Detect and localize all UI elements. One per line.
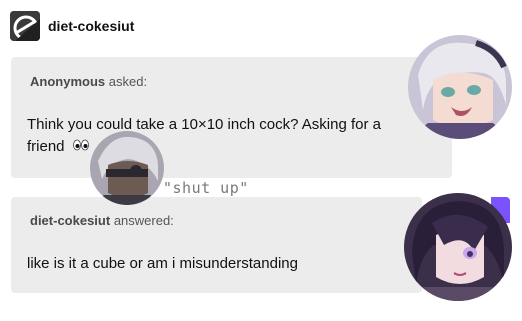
- answerer-avatar[interactable]: [404, 193, 512, 301]
- asker-avatar[interactable]: [408, 35, 512, 139]
- blog-name-link[interactable]: diet-cokesiut: [48, 18, 134, 34]
- answerer-name[interactable]: diet-cokesiut: [30, 213, 110, 228]
- blog-logo-icon: [10, 11, 40, 41]
- ask-bubble: Anonymous asked: Think you could take a …: [11, 57, 452, 178]
- eyes-emoji-icon: [72, 136, 89, 158]
- asked-label: asked:: [108, 74, 148, 89]
- answerer-line: diet-cokesiut answered:: [30, 213, 174, 228]
- post-header: diet-cokesiut: [10, 10, 134, 42]
- blog-avatar[interactable]: [10, 11, 40, 41]
- question-text: Think you could take a 10×10 inch cock? …: [27, 114, 422, 158]
- asker-line: Anonymous asked:: [30, 74, 147, 89]
- overlay-avatar: [90, 131, 164, 205]
- overlay-caption: "shut up": [163, 179, 249, 197]
- answer-text: like is it a cube or am i misunderstandi…: [27, 255, 298, 272]
- answer-bubble: diet-cokesiut answered: like is it a cub…: [11, 197, 422, 293]
- asker-name[interactable]: Anonymous: [30, 74, 105, 89]
- answered-label: answered:: [113, 213, 174, 228]
